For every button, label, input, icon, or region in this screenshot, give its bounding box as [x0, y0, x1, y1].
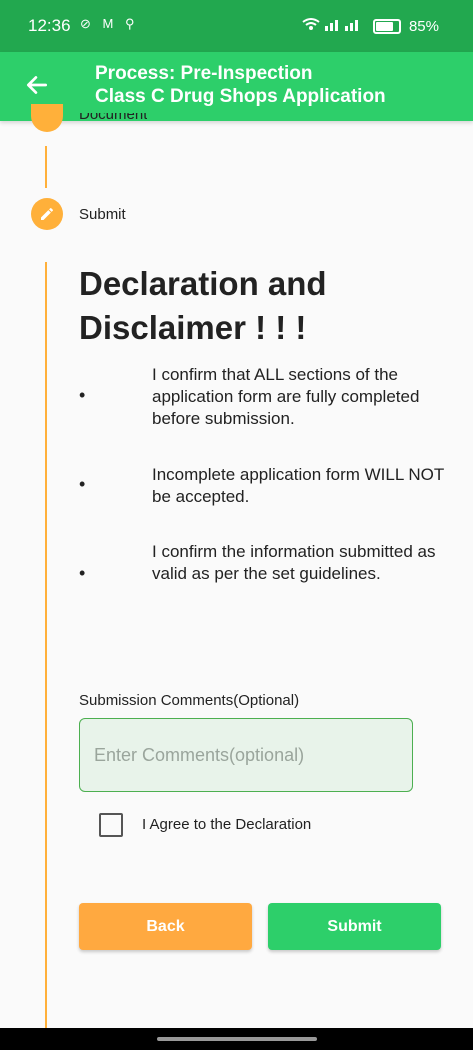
notification-icons: ⊘ M ⚲	[80, 16, 139, 31]
back-arrow-icon[interactable]	[24, 72, 50, 98]
title-line-1: Process: Pre-Inspection	[95, 63, 313, 84]
home-gesture-pill[interactable]	[157, 1037, 317, 1041]
comments-label: Submission Comments(Optional)	[79, 692, 300, 709]
submit-button[interactable]: Submit	[268, 903, 441, 950]
declaration-item: I confirm that ALL sections of the appli…	[152, 365, 420, 428]
battery-icon	[372, 18, 401, 34]
status-right: 85%	[301, 16, 439, 36]
app-bar-title: Process: Pre-Inspection Class C Drug Sho…	[95, 62, 386, 108]
status-time: 12:36	[28, 16, 71, 35]
bullet-dot: •	[79, 474, 86, 494]
declaration-item: Incomplete application form WILL NOT be …	[152, 465, 444, 506]
step-connector	[45, 146, 47, 188]
comments-input[interactable]	[79, 718, 413, 792]
step-label-submit[interactable]: Submit	[79, 206, 126, 223]
wifi-signal-icon	[301, 16, 365, 36]
step-content-line	[45, 262, 47, 1028]
bullet-dot: •	[79, 385, 86, 405]
declaration-heading: Declaration and Disclaimer ! ! !	[79, 265, 327, 346]
system-nav-bar	[0, 1028, 473, 1050]
agree-label[interactable]: I Agree to the Declaration	[142, 816, 311, 833]
declaration-item: I confirm the information submitted as v…	[152, 542, 436, 583]
app-bar: Process: Pre-Inspection Class C Drug Sho…	[0, 52, 473, 121]
check-icon	[31, 104, 63, 132]
step-label-document: Document	[79, 113, 148, 123]
battery-percent: 85%	[408, 17, 439, 35]
agree-checkbox[interactable]	[99, 813, 123, 837]
title-line-2: Class C Drug Shops Application	[95, 86, 386, 107]
status-bar: 12:36 ⊘ M ⚲ 85%	[0, 0, 473, 52]
edit-pencil-icon[interactable]	[31, 198, 63, 230]
bullet-dot: •	[79, 563, 86, 583]
back-button[interactable]: Back	[79, 903, 252, 950]
